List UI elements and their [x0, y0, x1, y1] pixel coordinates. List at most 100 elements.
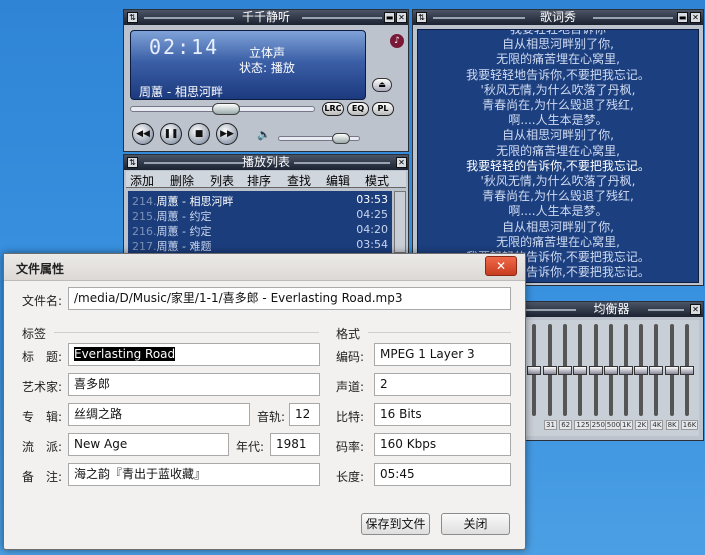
artist-label: 艺术家: [22, 380, 63, 394]
year-field[interactable]: 1981 [270, 433, 320, 456]
track-field[interactable]: 12 [289, 403, 320, 426]
preamp-slider[interactable] [527, 324, 541, 416]
title-grip [294, 162, 390, 164]
eq-band-slider[interactable] [649, 324, 664, 416]
list-item[interactable]: 215.周蕙 - 约定 04:25 [132, 208, 388, 223]
title-label: 标 题: [22, 350, 63, 364]
list-item[interactable]: 216.周蕙 - 约定 04:20 [132, 223, 388, 238]
lyrics-titlebar[interactable]: ⇅ 歌词秀 ▬ ✕ [413, 10, 703, 25]
play-status: 状态: 播放 [239, 61, 295, 75]
slider-handle[interactable] [649, 365, 664, 375]
previous-button[interactable]: ◀◀ [132, 123, 154, 145]
next-button[interactable]: ▶▶ [216, 123, 238, 145]
close-icon[interactable]: ✕ [396, 157, 407, 168]
eq-band-slider[interactable] [573, 324, 588, 416]
lrc-button[interactable]: LRC [322, 102, 344, 116]
music-note-icon[interactable]: ♪ [390, 34, 404, 48]
playlist-menu-icon[interactable]: ⇅ [127, 157, 138, 168]
menu-find[interactable]: 查找 [287, 172, 311, 189]
pause-button[interactable]: ❚❚ [160, 123, 182, 145]
player-titlebar[interactable]: ⇅ 千千静听 ▬ ✕ [124, 10, 408, 25]
title-grip [433, 17, 525, 19]
playlist-list: 214.周蕙 - 相思河畔 03:53 215.周蕙 - 约定 04:25 216.… [128, 191, 392, 253]
close-icon[interactable]: ✕ [485, 256, 517, 276]
slider-handle[interactable] [603, 365, 618, 375]
equalizer-window: 均衡器 ✕ 31 62 125 250 500 1K 2K 4K 8K 16K [519, 301, 704, 441]
menu-sort[interactable]: 排序 [247, 172, 271, 189]
slider-handle[interactable] [573, 365, 588, 375]
track-name: 周蕙 - 约定 [156, 225, 212, 238]
eq-button[interactable]: EQ [347, 102, 369, 116]
stop-button[interactable]: ■ [188, 123, 210, 145]
eq-band-label: 31 [544, 420, 557, 430]
eq-band-label: 2K [635, 420, 649, 430]
lyrics-display: 我要轻轻地告诉你 自从相思河畔别了你, 无限的痛苦埋在心窝里, 我要轻轻地告诉你,不要… [417, 29, 699, 283]
dialog-titlebar[interactable]: 文件属性 ✕ [4, 254, 525, 281]
playlist-title: 播放列表 [241, 155, 290, 169]
list-item[interactable]: 214.周蕙 - 相思河畔 03:53 [132, 193, 388, 208]
artist-field[interactable]: 喜多郎 [68, 373, 320, 396]
slider-handle[interactable] [634, 365, 649, 375]
eq-band-slider[interactable] [664, 324, 679, 416]
eq-band-slider[interactable] [679, 324, 694, 416]
playlist-button[interactable]: PL [372, 102, 394, 116]
player-menu-icon[interactable]: ⇅ [127, 12, 138, 23]
album-field[interactable]: 丝绸之路 [68, 403, 250, 426]
genre-field[interactable]: New Age [68, 433, 229, 456]
slider-handle[interactable] [679, 365, 694, 375]
eject-button[interactable]: ⏏ [372, 78, 392, 92]
eq-band-label: 8K [665, 420, 679, 430]
close-icon[interactable]: ✕ [690, 12, 701, 23]
track-label: 音轨: [257, 410, 286, 424]
menu-edit[interactable]: 编辑 [326, 172, 350, 189]
save-to-file-button[interactable]: 保存到文件 [361, 513, 430, 535]
list-item[interactable]: 217.周蕙 - 难题 03:54 [132, 238, 388, 253]
seek-handle[interactable] [211, 103, 240, 115]
close-icon[interactable]: ✕ [396, 12, 407, 23]
title-field[interactable]: Everlasting Road [68, 343, 320, 366]
volume-handle[interactable] [331, 133, 350, 144]
eq-band-slider[interactable] [558, 324, 573, 416]
title-grip [526, 309, 576, 311]
section-divider [54, 332, 319, 333]
filename-field[interactable]: /media/D/Music/家里/1-1/喜多郎 - Everlasting … [68, 287, 511, 310]
menu-list[interactable]: 列表 [210, 172, 234, 189]
eq-band-slider[interactable] [619, 324, 633, 416]
lyrics-menu-icon[interactable]: ⇅ [416, 12, 427, 23]
track-duration: 03:54 [356, 238, 388, 251]
slider-handle[interactable] [619, 365, 633, 375]
eq-band-slider[interactable] [603, 324, 618, 416]
encoding-field: MPEG 1 Layer 3 [374, 343, 511, 366]
equalizer-bands: 31 62 125 250 500 1K 2K 4K 8K 16K [524, 320, 699, 436]
close-button[interactable]: 关闭 [441, 513, 510, 535]
slider-handle[interactable] [558, 365, 573, 375]
slider-handle[interactable] [527, 365, 541, 375]
comment-field[interactable]: 海之韵『青出于蓝收藏』 [68, 463, 320, 486]
track-name: 周蕙 - 难题 [156, 240, 212, 253]
channels-field: 2 [374, 373, 511, 396]
volume-slider[interactable] [278, 133, 360, 144]
slider-handle[interactable] [588, 365, 603, 375]
length-field: 05:45 [374, 463, 511, 486]
filename-label: 文件名: [22, 294, 63, 308]
menu-delete[interactable]: 删除 [170, 172, 194, 189]
eq-band-slider[interactable] [543, 324, 557, 416]
menu-mode[interactable]: 模式 [365, 172, 389, 189]
title-grip [144, 17, 234, 19]
minimize-icon[interactable]: ▬ [677, 12, 688, 23]
menu-add[interactable]: 添加 [130, 172, 154, 189]
playlist-menubar: 添加 删除 列表 排序 查找 编辑 模式 [126, 171, 406, 188]
eq-band-slider[interactable] [634, 324, 649, 416]
close-icon[interactable]: ✕ [690, 304, 701, 315]
bitrate-field: 160 Kbps [374, 433, 511, 456]
slider-handle[interactable] [543, 365, 557, 375]
slider-handle[interactable] [664, 365, 679, 375]
eq-band-slider[interactable] [588, 324, 603, 416]
playlist-titlebar[interactable]: ⇅ 播放列表 ✕ [124, 155, 408, 170]
speaker-icon[interactable]: 🔈 [257, 128, 271, 141]
title-value: Everlasting Road [74, 347, 176, 361]
minimize-icon[interactable]: ▬ [384, 12, 395, 23]
equalizer-titlebar[interactable]: 均衡器 ✕ [520, 302, 703, 317]
playlist-scrollbar[interactable] [394, 191, 406, 253]
seek-bar[interactable] [130, 103, 315, 115]
